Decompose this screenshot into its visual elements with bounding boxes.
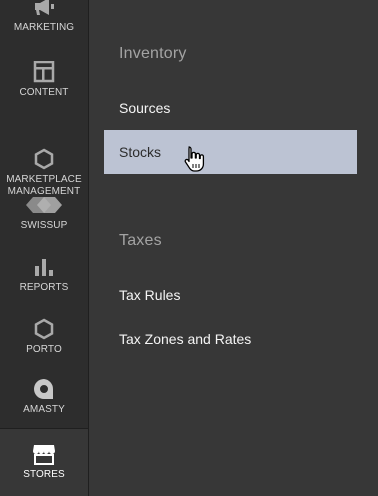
stores-submenu-panel: Inventory Sources Stocks Taxes Tax Rules… xyxy=(89,0,378,496)
sidebar-item-label: CONTENT xyxy=(19,87,69,98)
sidebar-item-label: AMASTY xyxy=(23,404,65,415)
sidebar-item-label: REPORTS xyxy=(19,282,69,293)
sidebar-item-marketplace-management[interactable]: MARKETPLACE MANAGEMENT xyxy=(0,124,88,198)
menu-link-stocks[interactable]: Stocks xyxy=(104,130,357,174)
amasty-logo-icon xyxy=(32,378,56,400)
sidebar-item-label: MARKETING xyxy=(13,22,75,33)
hexagon-icon xyxy=(32,136,56,170)
menu-link-tax-zones-and-rates[interactable]: Tax Zones and Rates xyxy=(104,317,357,361)
sidebar-item-label: SWISSUP xyxy=(20,220,68,231)
admin-menu-screen: MARKETING CONTENT MARKETPLACE MANAGEMENT… xyxy=(0,0,378,496)
sidebar-item-marketing[interactable]: MARKETING xyxy=(0,0,88,34)
sidebar-item-amasty[interactable]: AMASTY xyxy=(0,378,88,416)
section-title-taxes: Taxes xyxy=(119,232,162,249)
sidebar-item-content[interactable]: CONTENT xyxy=(0,61,88,99)
menu-link-tax-rules[interactable]: Tax Rules xyxy=(104,273,357,317)
sidebar-item-stores[interactable]: STORES xyxy=(0,428,88,496)
sidebar-item-swissup[interactable]: SWISSUP xyxy=(0,194,88,232)
admin-sidebar: MARKETING CONTENT MARKETPLACE MANAGEMENT… xyxy=(0,0,89,496)
swissup-logo-icon xyxy=(22,194,66,216)
sidebar-item-reports[interactable]: REPORTS xyxy=(0,256,88,294)
layout-icon xyxy=(32,61,56,83)
menu-link-sources[interactable]: Sources xyxy=(104,86,357,130)
section-title-inventory: Inventory xyxy=(119,45,187,62)
storefront-icon xyxy=(32,443,56,465)
megaphone-icon xyxy=(32,0,56,18)
sidebar-item-label: PORTO xyxy=(26,344,62,355)
sidebar-item-porto[interactable]: PORTO xyxy=(0,318,88,356)
hexagon-icon xyxy=(32,318,56,340)
bar-chart-icon xyxy=(32,256,56,278)
hand-pointer-cursor-icon xyxy=(183,145,205,173)
sidebar-item-label: STORES xyxy=(23,469,65,480)
